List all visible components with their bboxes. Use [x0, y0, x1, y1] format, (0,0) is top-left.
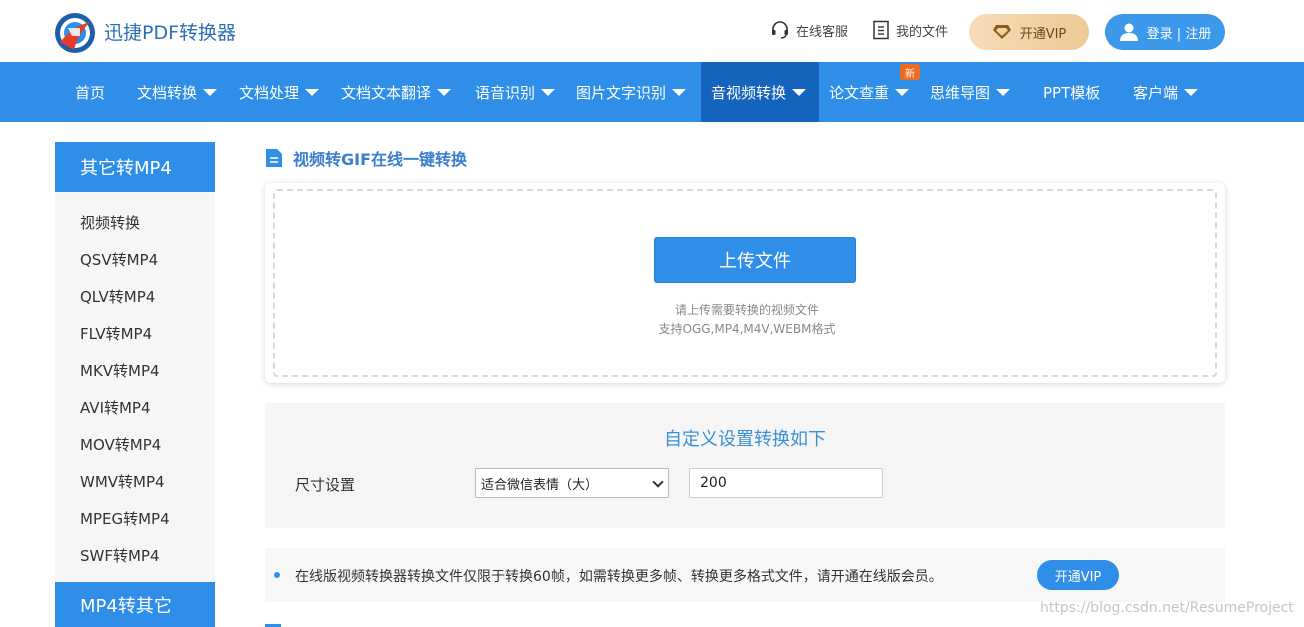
nav-item-home[interactable]: 首页	[65, 62, 115, 122]
upload-dropzone[interactable]: 上传文件 请上传需要转换的视频文件 支持OGG,MP4,M4V,WEBM格式	[273, 189, 1217, 377]
size-input[interactable]: 200	[689, 468, 883, 498]
caret-down-icon	[305, 88, 320, 96]
upload-card: 上传文件 请上传需要转换的视频文件 支持OGG,MP4,M4V,WEBM格式	[265, 183, 1225, 383]
nav-item-label: 图片文字识别	[576, 83, 667, 102]
main-nav: 首页 文档转换 文档处理 文档文本翻译 语音识别 图片文字识别 音视频转换 论文…	[0, 62, 1304, 122]
sidebar-item-flv[interactable]: FLV转MP4	[80, 323, 152, 344]
settings-title: 自定义设置转换如下	[664, 429, 826, 450]
sidebar-list: 视频转换 QSV转MP4 QLV转MP4 FLV转MP4 MKV转MP4 AVI…	[55, 192, 215, 582]
nav-item-ocr[interactable]: 图片文字识别	[566, 62, 696, 122]
caret-down-icon	[672, 88, 687, 96]
sidebar-group-title-2[interactable]: MP4转其它	[55, 582, 215, 627]
sidebar-item-swf[interactable]: SWF转MP4	[80, 545, 160, 566]
nav-item-speech[interactable]: 语音识别	[465, 62, 565, 122]
nav-item-label: 文档处理	[239, 83, 300, 102]
size-select[interactable]: 适合微信表情（大）	[475, 468, 669, 498]
section-title-text: 视频转GIF在线一键转换	[293, 150, 468, 169]
upload-hint-line2: 支持OGG,MP4,M4V,WEBM格式	[658, 322, 836, 336]
nav-item-av-convert[interactable]: 音视频转换	[701, 62, 819, 122]
nav-item-ppt[interactable]: PPT模板	[1033, 62, 1110, 122]
vip-button-label: 开通VIP	[1019, 26, 1067, 42]
caret-down-icon	[792, 88, 807, 96]
size-label: 尺寸设置	[295, 476, 356, 494]
caret-down-icon	[203, 88, 218, 96]
notice-vip-button[interactable]: 开通VIP	[1037, 560, 1119, 590]
logo-icon[interactable]	[54, 12, 96, 54]
sidebar-item-mov[interactable]: MOV转MP4	[80, 434, 161, 455]
notice-text: 在线版视频转换器转换文件仅限于转换60帧，如需转换更多帧、转换更多格式文件，请开…	[295, 569, 943, 585]
online-service-label: 在线客服	[796, 24, 849, 40]
online-service-link[interactable]: 在线客服	[770, 20, 848, 40]
bullet-dot	[274, 572, 280, 578]
sidebar-item-mpeg[interactable]: MPEG转MP4	[80, 508, 170, 529]
nav-item-label: 思维导图	[930, 83, 991, 102]
upload-file-button[interactable]: 上传文件	[654, 237, 856, 283]
login-button-label: 登录 | 注册	[1146, 26, 1212, 42]
sidebar-item-mkv[interactable]: MKV转MP4	[80, 360, 160, 381]
chevron-down-icon	[652, 476, 664, 488]
diamond-icon	[992, 25, 1011, 39]
top-header: 迅捷PDF转换器 在线客服 我的文件 开通VIP 登录 | 注册	[0, 0, 1304, 62]
sidebar-item-video-convert[interactable]: 视频转换	[80, 212, 140, 233]
new-badge: 新	[900, 64, 920, 80]
settings-panel: 自定义设置转换如下 尺寸设置 适合微信表情（大） 200	[265, 403, 1225, 528]
notice-bar: 在线版视频转换器转换文件仅限于转换60帧，如需转换更多帧、转换更多格式文件，请开…	[265, 548, 1225, 602]
nav-item-mindmap[interactable]: 思维导图	[920, 62, 1020, 122]
nav-item-label: PPT模板	[1043, 83, 1101, 102]
nav-item-label: 文档转换	[137, 83, 198, 102]
brand-name[interactable]: 迅捷PDF转换器	[104, 18, 236, 45]
sidebar-item-avi[interactable]: AVI转MP4	[80, 397, 151, 418]
sidebar-item-wmv[interactable]: WMV转MP4	[80, 471, 165, 492]
nav-item-label: 首页	[75, 83, 106, 102]
nav-item-doc-process[interactable]: 文档处理	[229, 62, 329, 122]
caret-down-icon	[996, 88, 1011, 96]
sidebar-group-title[interactable]: 其它转MP4	[55, 142, 215, 192]
nav-item-label: 论文查重	[829, 83, 890, 102]
watermark: https://blog.csdn.net/ResumeProject	[1040, 600, 1294, 616]
user-icon	[1119, 23, 1138, 41]
nav-item-label: 客户端	[1133, 83, 1179, 102]
login-button[interactable]: 登录 | 注册	[1105, 14, 1225, 50]
sidebar-item-qsv[interactable]: QSV转MP4	[80, 249, 158, 270]
nav-item-client[interactable]: 客户端	[1123, 62, 1208, 122]
my-files-link[interactable]: 我的文件	[872, 20, 948, 40]
caret-down-icon	[437, 88, 452, 96]
nav-item-label: 文档文本翻译	[341, 83, 432, 102]
sidebar-item-qlv[interactable]: QLV转MP4	[80, 286, 155, 307]
caret-down-icon	[541, 88, 556, 96]
nav-item-translate[interactable]: 文档文本翻译	[331, 62, 461, 122]
nav-item-label: 语音识别	[475, 83, 536, 102]
size-select-value: 适合微信表情（大）	[481, 477, 599, 493]
headset-icon	[772, 21, 788, 39]
document-icon	[266, 149, 282, 167]
nav-item-label: 音视频转换	[711, 83, 787, 102]
section-title: 视频转GIF在线一键转换	[265, 146, 467, 170]
nav-item-doc-convert[interactable]: 文档转换	[127, 62, 227, 122]
my-files-label: 我的文件	[896, 24, 949, 40]
upload-hint-line1: 请上传需要转换的视频文件	[674, 303, 819, 317]
caret-down-icon	[1184, 88, 1199, 96]
file-icon	[873, 20, 889, 40]
vip-button[interactable]: 开通VIP	[969, 14, 1089, 50]
caret-down-icon	[895, 88, 910, 96]
